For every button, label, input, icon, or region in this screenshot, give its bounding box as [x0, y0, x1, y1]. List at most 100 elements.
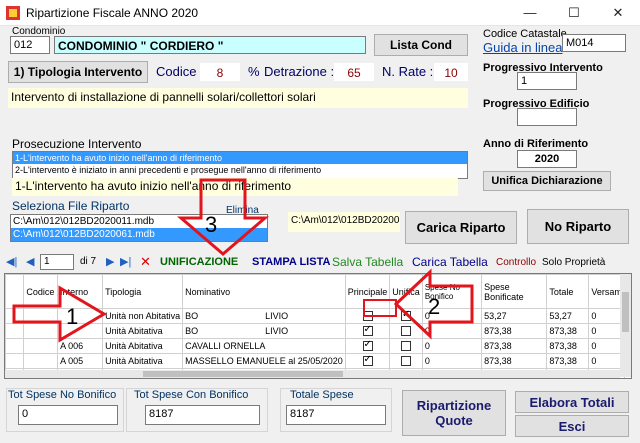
close-icon[interactable]: ✕: [596, 0, 640, 26]
progressivo-edificio-field[interactable]: [517, 108, 577, 126]
tipologia-cell[interactable]: Unità Abitativa: [102, 323, 184, 339]
unifica-cell[interactable]: [389, 338, 423, 354]
totale-spese-field[interactable]: 8187: [286, 405, 386, 425]
tipologia-cell[interactable]: Unità Abitativa: [102, 353, 184, 369]
tot-con-bonifico-field[interactable]: 8187: [145, 405, 260, 425]
interno-cell[interactable]: [57, 323, 104, 339]
spese-bonificate-cell[interactable]: 873,38: [481, 338, 548, 354]
tipologia-cell[interactable]: Unità non Abitativa: [102, 308, 184, 324]
spese-no-bonifico-cell[interactable]: 0: [421, 323, 483, 339]
tipologia-intervento-button[interactable]: 1) Tipologia Intervento: [8, 61, 148, 83]
unifica-dichiarazione-button[interactable]: Unifica Dichiarazione: [483, 171, 611, 191]
codice-cell[interactable]: [23, 353, 59, 369]
carica-tabella-button[interactable]: Carica Tabella: [412, 255, 488, 269]
spese-no-bonifico-cell[interactable]: 0: [421, 308, 483, 324]
codice-cell[interactable]: [23, 323, 59, 339]
codice-cell[interactable]: [23, 338, 59, 354]
prosecuzione-option[interactable]: 1-L'intervento ha avuto inizio nell'anno…: [13, 152, 467, 164]
totale-cell[interactable]: 53,27: [546, 308, 590, 324]
principale-checkbox[interactable]: [362, 311, 373, 322]
unificazione-button[interactable]: UNIFICAZIONE: [160, 256, 238, 268]
condominio-name-field[interactable]: CONDOMINIO " CORDIERO ": [54, 36, 366, 54]
interno-cell[interactable]: [57, 308, 104, 324]
vertical-scrollbar[interactable]: [620, 274, 631, 377]
interno-cell[interactable]: A 005: [57, 353, 104, 369]
unifica-checkbox[interactable]: [401, 356, 412, 367]
anno-riferimento-field[interactable]: 2020: [517, 150, 577, 168]
principale-cell[interactable]: [344, 323, 391, 339]
unifica-cell[interactable]: [389, 308, 423, 324]
unifica-cell[interactable]: [389, 323, 423, 339]
condominio-code-field[interactable]: 012: [10, 36, 50, 54]
tipologia-cell[interactable]: Unità Abitativa: [102, 338, 184, 354]
principale-checkbox[interactable]: [362, 355, 373, 367]
principale-cell[interactable]: [344, 353, 391, 369]
spese-no-bonifico-cell[interactable]: 0: [421, 338, 483, 354]
row-selector[interactable]: [5, 353, 25, 369]
principale-cell[interactable]: [344, 308, 391, 324]
file-item[interactable]: C:\Am\012\012BD2020011.mdb: [11, 215, 267, 228]
no-riparto-button[interactable]: No Riparto: [527, 209, 629, 244]
guida-link[interactable]: Guida in linea: [483, 40, 563, 55]
data-grid[interactable]: Codice Interno Tipologia Nominativo Prin…: [4, 273, 632, 379]
column-header[interactable]: Totale: [546, 274, 590, 309]
principale-checkbox[interactable]: [362, 325, 373, 337]
solo-proprieta-button[interactable]: Solo Proprietà: [542, 257, 605, 268]
carica-riparto-button[interactable]: Carica Riparto: [405, 211, 517, 244]
codice-catastale-field[interactable]: M014: [562, 34, 626, 52]
table-row[interactable]: A 005 Unità Abitativa MASSELLO EMANUELE al…: [5, 353, 625, 369]
spese-no-bonifico-cell[interactable]: 0: [421, 353, 483, 369]
file-list[interactable]: C:\Am\012\012BD2020011.mdb C:\Am\012\012…: [10, 214, 268, 242]
spese-bonificate-cell[interactable]: 53,27: [481, 308, 548, 324]
minimize-icon[interactable]: —: [508, 0, 552, 26]
column-header[interactable]: Unifica: [389, 274, 423, 309]
prev-page-icon[interactable]: ◀: [26, 255, 34, 268]
unifica-checkbox[interactable]: [401, 326, 412, 337]
row-selector[interactable]: [5, 338, 25, 354]
tot-no-bonifico-field[interactable]: 0: [18, 405, 118, 425]
interno-cell[interactable]: A 006: [57, 338, 104, 354]
horizontal-scrollbar[interactable]: [5, 370, 620, 378]
row-selector[interactable]: [5, 308, 25, 324]
prosecuzione-list[interactable]: 1-L'intervento ha avuto inizio nell'anno…: [12, 151, 468, 179]
stampa-lista-button[interactable]: STAMPA LISTA: [252, 256, 330, 268]
column-header[interactable]: Spese No Bonifico: [421, 274, 483, 309]
ripartizione-quote-button[interactable]: Ripartizione Quote: [402, 390, 506, 436]
column-header[interactable]: Codice: [23, 274, 59, 309]
prosecuzione-option[interactable]: 2-L'intervento è iniziato in anni preced…: [13, 164, 467, 176]
unifica-checkbox[interactable]: [401, 341, 412, 352]
spese-bonificate-cell[interactable]: 873,38: [481, 353, 548, 369]
nominativo-cell[interactable]: BO LIVIO: [182, 323, 346, 339]
unifica-checkbox[interactable]: [401, 310, 412, 322]
rate-field[interactable]: 10: [434, 63, 468, 81]
last-page-icon[interactable]: ▶|: [120, 255, 131, 268]
column-header[interactable]: Principale: [344, 274, 391, 309]
lista-cond-button[interactable]: Lista Cond: [374, 34, 468, 56]
spese-bonificate-cell[interactable]: 873,38: [481, 323, 548, 339]
totale-cell[interactable]: 873,38: [546, 323, 590, 339]
file-item[interactable]: C:\Am\012\012BD2020061.mdb: [11, 228, 267, 241]
nominativo-cell[interactable]: MASSELLO EMANUELE al 25/05/2020: [182, 353, 346, 369]
next-page-icon[interactable]: ▶: [106, 255, 114, 268]
principale-cell[interactable]: [344, 338, 391, 354]
column-header[interactable]: Interno: [57, 274, 104, 309]
table-row[interactable]: Unità non AbitativaBOLIVIO053,2753,270: [5, 308, 625, 324]
codice-field[interactable]: 8: [200, 63, 240, 81]
codice-cell[interactable]: [23, 308, 59, 324]
maximize-icon[interactable]: ☐: [552, 0, 596, 26]
first-page-icon[interactable]: ◀|: [6, 255, 17, 268]
nominativo-cell[interactable]: BO LIVIO: [182, 308, 346, 324]
column-header[interactable]: [5, 274, 25, 309]
principale-checkbox[interactable]: [362, 340, 373, 352]
unifica-cell[interactable]: [389, 353, 423, 369]
page-current-field[interactable]: 1: [40, 254, 74, 270]
salva-tabella-button[interactable]: Salva Tabella: [332, 255, 403, 269]
table-row[interactable]: Unità AbitativaBOLIVIO0873,38873,380: [5, 323, 625, 339]
nominativo-cell[interactable]: CAVALLI ORNELLA: [182, 338, 346, 354]
delete-icon[interactable]: ✕: [140, 254, 151, 270]
totale-cell[interactable]: 873,38: [546, 353, 590, 369]
column-header[interactable]: Spese Bonificate: [481, 274, 548, 309]
controllo-button[interactable]: Controllo: [496, 257, 536, 268]
totale-cell[interactable]: 873,38: [546, 338, 590, 354]
esci-button[interactable]: Esci: [515, 415, 629, 437]
